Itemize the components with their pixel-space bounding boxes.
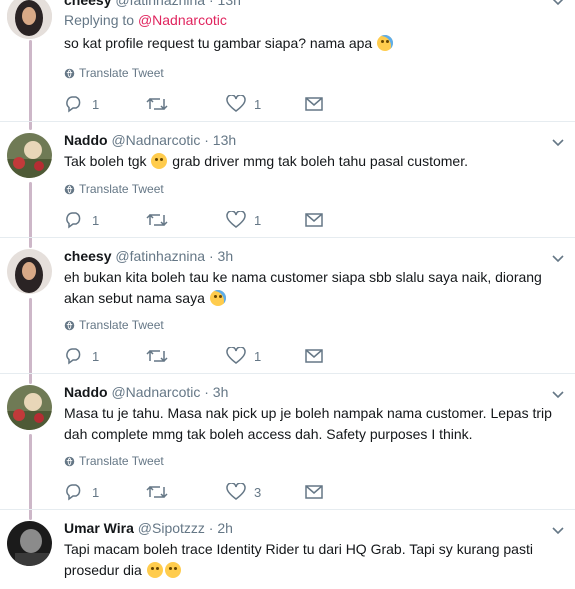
retweet-icon [146,97,168,111]
replying-to: Replying to @Nadnarcotic [64,12,227,28]
tweet-text: eh bukan kita boleh tau ke nama customer… [64,269,542,306]
avatar[interactable] [7,0,52,39]
display-name[interactable]: Naddo [64,132,108,148]
tweet-text: Masa tu je tahu. Masa nak pick up je bol… [64,405,552,442]
confounded-face-icon [164,562,181,578]
reply-icon [66,212,81,229]
chevron-down-icon[interactable] [551,135,565,149]
retweet-icon [146,349,168,363]
avatar[interactable] [7,249,52,294]
envelope-icon [305,485,323,499]
envelope-icon [305,349,323,363]
tweet[interactable]: Umar Wira @Sipotzzz · 2h Tapi macam bole… [0,510,575,589]
tweet-header: cheesy @fatinhaznina · 3h [64,248,233,264]
heart-icon [226,483,246,500]
chevron-down-icon[interactable] [551,251,565,265]
tweet-text: so kat profile request tu gambar siapa? … [64,33,554,54]
heart-icon [226,347,246,364]
tweet[interactable]: cheesy @fatinhaznina · 3h eh bukan kita … [0,238,575,374]
display-name[interactable]: Naddo [64,384,108,400]
face-with-tears-of-joy-icon [377,35,394,51]
envelope-icon [305,213,323,227]
tweet[interactable]: Naddo @Nadnarcotic · 13h Tak boleh tgk g… [0,122,575,236]
display-name[interactable]: cheesy [64,0,111,8]
tweet[interactable]: Naddo @Nadnarcotic · 3h Masa tu je tahu.… [0,374,575,510]
avatar[interactable] [7,133,52,178]
reply-icon [66,96,81,113]
handle[interactable]: @Nadnarcotic · 3h [111,384,228,400]
handle[interactable]: @Nadnarcotic · 13h [111,132,236,148]
chevron-down-icon[interactable] [551,0,565,8]
handle[interactable]: @Sipotzzz · 2h [138,520,233,536]
avatar[interactable] [7,521,52,566]
handle[interactable]: @fatinhaznina · 3h [115,248,233,264]
heart-icon [226,211,246,228]
reply-icon [66,348,81,365]
handle[interactable]: @fatinhaznina · 13h [115,0,241,8]
tweet[interactable]: cheesy @fatinhaznina · 13h Replying to @… [0,0,575,120]
tweet-text: Tapi macam boleh trace Identity Rider tu… [64,541,533,578]
display-name[interactable]: cheesy [64,248,111,264]
retweet-icon [146,485,168,499]
mention-link[interactable]: @Nadnarcotic [138,12,227,28]
translate-tweet-link[interactable]: Translate Tweet [64,318,164,332]
slightly-frowning-face-icon [151,153,168,169]
display-name[interactable]: Umar Wira [64,520,134,536]
face-with-tears-of-joy-icon [209,290,226,306]
tweet-header: Naddo @Nadnarcotic · 13h [64,132,236,148]
reply-icon [66,484,81,501]
chevron-down-icon[interactable] [551,523,565,537]
tweet-header: Umar Wira @Sipotzzz · 2h [64,520,233,536]
crying-face-icon [146,562,163,578]
tweet-text: Tak boleh tgk grab driver mmg tak boleh … [64,153,468,169]
translate-tweet-link[interactable]: Translate Tweet [64,454,164,468]
translate-tweet-link[interactable]: Translate Tweet [64,182,164,196]
retweet-icon [146,213,168,227]
tweet-header: Naddo @Nadnarcotic · 3h [64,384,228,400]
tweet-header: cheesy @fatinhaznina · 13h [64,0,241,8]
envelope-icon [305,97,323,111]
avatar[interactable] [7,385,52,430]
translate-tweet-link[interactable]: Translate Tweet [64,66,164,80]
chevron-down-icon[interactable] [551,387,565,401]
heart-icon [226,95,246,112]
